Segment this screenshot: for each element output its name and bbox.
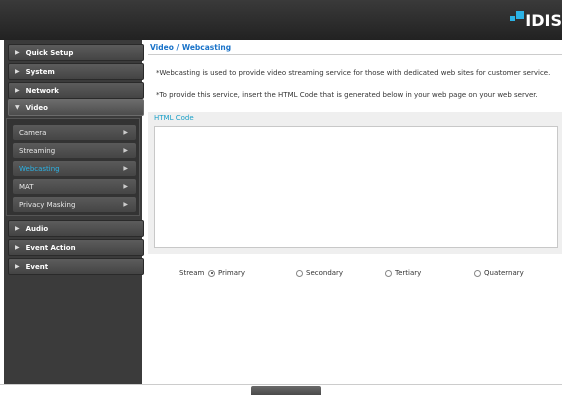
description-line-1: *Webcasting is used to provide video str…: [156, 69, 551, 77]
chevron-right-icon: ▶: [123, 183, 128, 190]
submenu-privacy-masking[interactable]: Privacy Masking ▶: [13, 197, 136, 212]
title-divider: [148, 54, 562, 55]
idis-logo: IDIS: [510, 10, 562, 32]
logo-square-icon: [516, 11, 525, 19]
chevron-right-icon: ▶: [15, 225, 20, 232]
radio-label: Tertiary: [395, 269, 422, 277]
submenu-mat[interactable]: MAT ▶: [13, 179, 136, 194]
radio-quaternary[interactable]: Quaternary: [474, 269, 524, 277]
top-bar: IDIS: [0, 0, 562, 40]
chevron-right-icon: ▶: [15, 87, 20, 94]
menu-event[interactable]: ▶ Event: [8, 258, 144, 275]
html-code-label: HTML Code: [154, 114, 194, 122]
radio-label: Quaternary: [484, 269, 524, 277]
chevron-right-icon: ▶: [123, 147, 128, 154]
chevron-down-icon: ▼: [15, 104, 20, 111]
chevron-right-icon: ▶: [123, 129, 128, 136]
submenu-label: MAT: [19, 182, 34, 191]
menu-video[interactable]: ▼ Video: [8, 99, 144, 116]
logo-text: IDIS: [525, 11, 562, 30]
radio-unchecked-icon: [296, 269, 303, 277]
chevron-right-icon: ▶: [15, 244, 20, 251]
page-title: Video / Webcasting: [150, 43, 232, 52]
menu-label: Video: [25, 103, 48, 112]
chevron-right-icon: ▶: [123, 201, 128, 208]
submenu-label: Webcasting: [19, 164, 60, 173]
main-content: Video / Webcasting *Webcasting is used t…: [148, 40, 562, 385]
chevron-right-icon: ▶: [15, 263, 20, 270]
menu-system[interactable]: ▶ System: [8, 63, 144, 80]
radio-label: Secondary: [306, 269, 344, 277]
apply-button[interactable]: [251, 386, 321, 395]
radio-tertiary[interactable]: Tertiary: [385, 269, 421, 277]
chevron-right-icon: ▶: [123, 165, 128, 172]
chevron-right-icon: ▶: [15, 68, 20, 75]
submenu-label: Camera: [19, 128, 47, 137]
radio-unchecked-icon: [385, 269, 392, 277]
menu-label: Network: [25, 86, 59, 95]
menu-label: Event Action: [25, 243, 76, 252]
chevron-right-icon: ▶: [15, 49, 20, 56]
menu-label: Audio: [25, 224, 49, 233]
menu-label: Quick Setup: [25, 48, 74, 57]
footer-divider: [0, 384, 562, 385]
menu-audio[interactable]: ▶ Audio: [8, 220, 144, 237]
stream-label: Stream: [179, 269, 205, 277]
logo-square-small-icon: [510, 16, 516, 21]
radio-label: Primary: [218, 269, 246, 277]
submenu-label: Streaming: [19, 146, 56, 155]
radio-unchecked-icon: [474, 269, 481, 277]
menu-network[interactable]: ▶ Network: [8, 82, 144, 99]
menu-label: Event: [25, 262, 49, 271]
submenu-label: Privacy Masking: [19, 200, 76, 209]
menu-event-action[interactable]: ▶ Event Action: [8, 239, 144, 256]
submenu-webcasting[interactable]: Webcasting ▶: [13, 161, 136, 176]
description-line-2: *To provide this service, insert the HTM…: [156, 91, 538, 99]
menu-label: System: [25, 67, 55, 76]
html-code-textarea[interactable]: [154, 126, 558, 248]
radio-primary[interactable]: Primary: [208, 269, 245, 277]
stream-selector: Stream Primary Secondary Tertiary Quater…: [148, 269, 562, 281]
submenu-camera[interactable]: Camera ▶: [13, 125, 136, 140]
submenu-streaming[interactable]: Streaming ▶: [13, 143, 136, 158]
sidebar: ▶ Quick Setup ▶ System ▶ Network ▼ Video…: [4, 40, 144, 385]
html-code-section: HTML Code: [148, 112, 562, 254]
menu-quick-setup[interactable]: ▶ Quick Setup: [8, 44, 144, 61]
radio-secondary[interactable]: Secondary: [296, 269, 343, 277]
radio-checked-icon: [208, 269, 215, 277]
